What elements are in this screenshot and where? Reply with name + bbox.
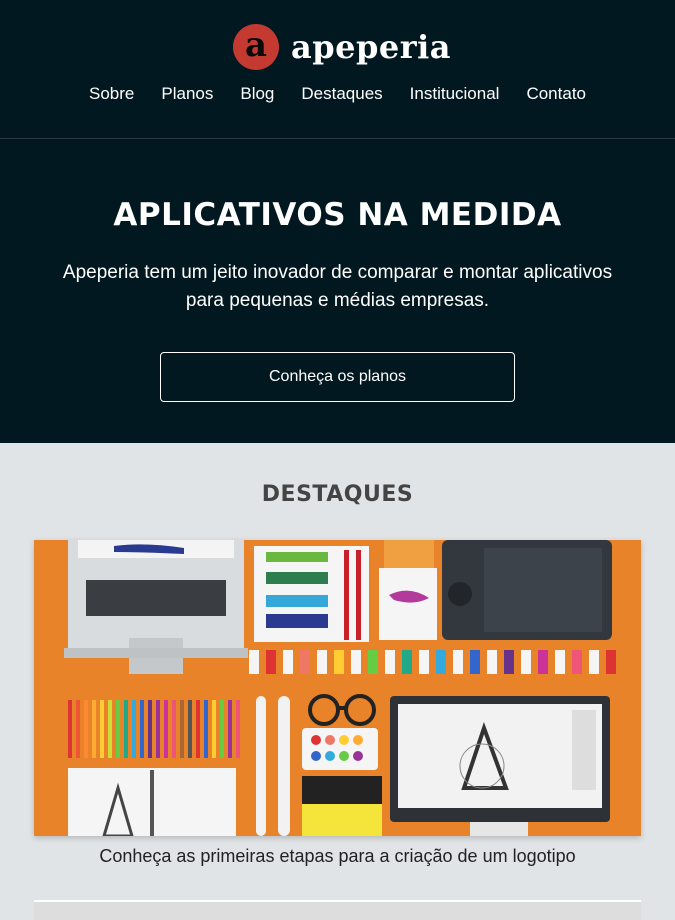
hero-title: APLICATIVOS NA MEDIDA	[113, 197, 562, 233]
highlights-title: DESTAQUES	[261, 482, 414, 507]
nav-planos[interactable]: Planos	[161, 84, 213, 104]
nav-sobre[interactable]: Sobre	[89, 84, 134, 104]
nav-institucional[interactable]: Institucional	[410, 84, 500, 104]
hero-section: APLICATIVOS NA MEDIDA Apeperia tem um je…	[0, 139, 675, 443]
nav-blog[interactable]: Blog	[240, 84, 274, 104]
main-nav: Sobre Planos Blog Destaques Instituciona…	[0, 84, 675, 104]
nav-contato[interactable]: Contato	[526, 84, 586, 104]
highlight-caption[interactable]: Conheça as primeiras etapas para a criaç…	[0, 846, 675, 867]
brand-name: apeperia	[291, 28, 451, 66]
site-header: a apeperia Sobre Planos Blog Destaques I…	[0, 0, 675, 139]
design-tools-illustration	[34, 540, 641, 836]
highlight-card-image[interactable]	[34, 540, 641, 836]
next-highlight-card[interactable]	[34, 900, 641, 920]
logo[interactable]: a apeperia	[233, 24, 451, 70]
nav-destaques[interactable]: Destaques	[301, 84, 382, 104]
plans-button[interactable]: Conheça os planos	[160, 352, 515, 402]
hero-subtitle: Apeperia tem um jeito inovador de compar…	[62, 262, 613, 311]
logo-icon: a	[233, 24, 279, 70]
